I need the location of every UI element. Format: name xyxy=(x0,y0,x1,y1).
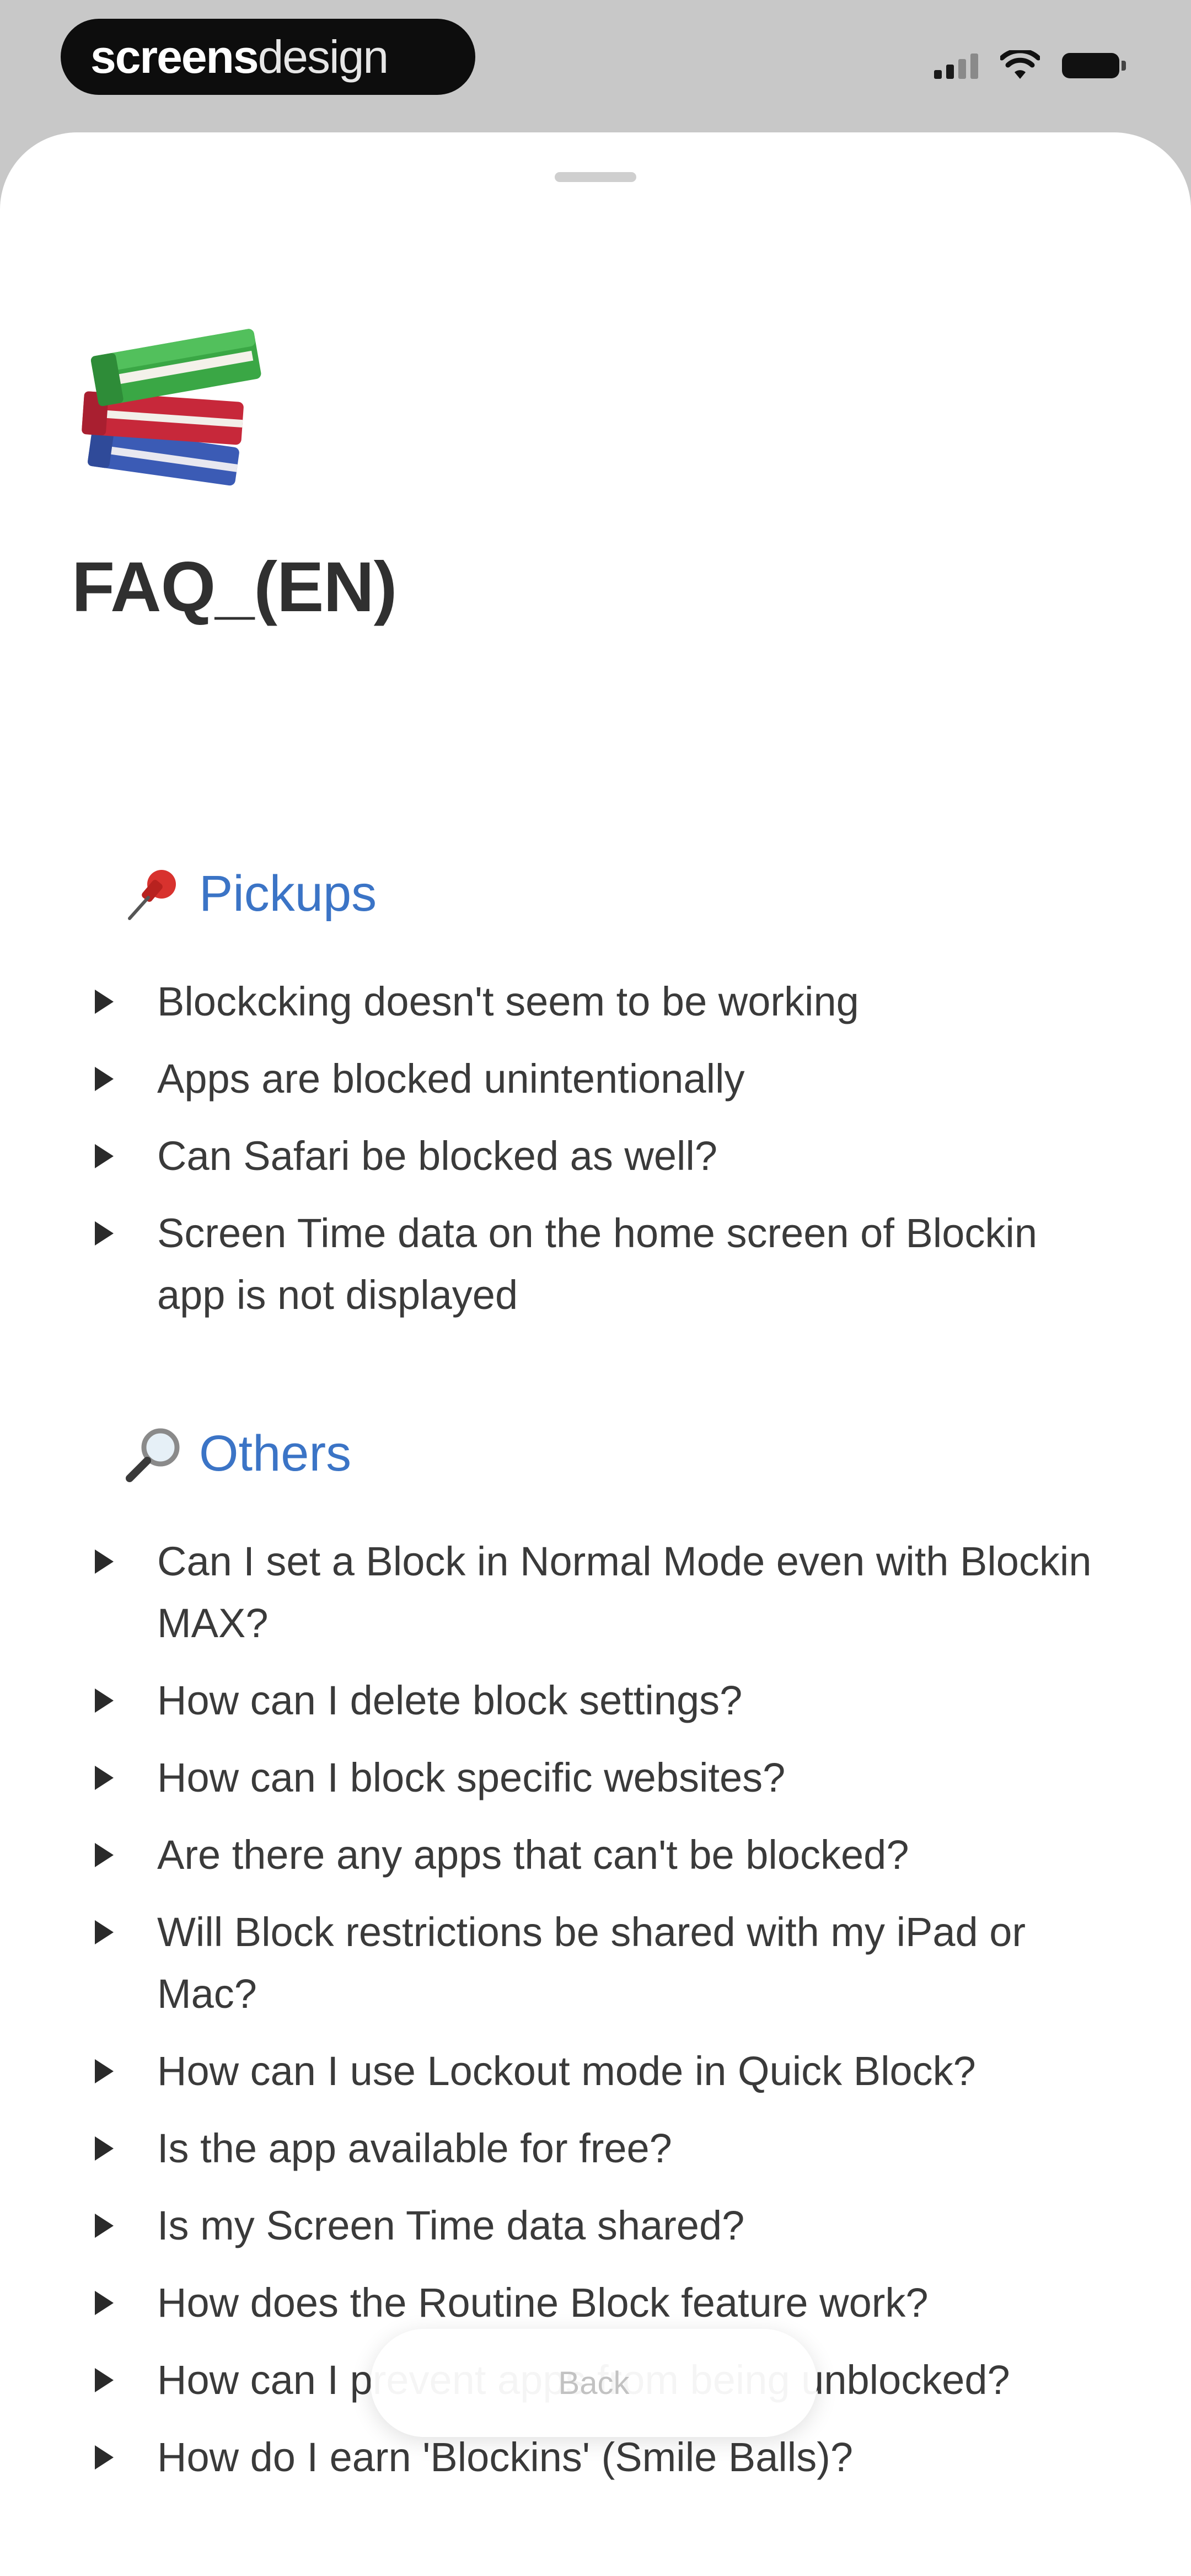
section-heading-label: Pickups xyxy=(199,865,377,922)
disclosure-triangle-icon xyxy=(95,2214,114,2238)
faq-item-label: How can I delete block settings? xyxy=(157,1677,743,1723)
faq-item-label: Blockcking doesn't seem to be working xyxy=(157,979,859,1024)
faq-item[interactable]: Blockcking doesn't seem to be working xyxy=(0,971,1191,1033)
faq-item-label: How can I block specific websites? xyxy=(157,1755,786,1800)
section-heading-label: Others xyxy=(199,1425,352,1482)
disclosure-triangle-icon xyxy=(95,2445,114,2470)
disclosure-triangle-icon xyxy=(95,2368,114,2392)
wifi-icon xyxy=(1000,50,1040,79)
faq-item-label: Screen Time data on the home screen of B… xyxy=(157,1210,1037,1318)
section-heading-pickups: Pickups xyxy=(124,861,377,927)
faq-item[interactable]: How does the Routine Block feature work? xyxy=(0,2272,1191,2334)
status-icons xyxy=(934,46,1126,85)
faq-item[interactable]: Is the app available for free? xyxy=(0,2118,1191,2179)
faq-item-label: How does the Routine Block feature work? xyxy=(157,2280,929,2326)
faq-item[interactable]: Screen Time data on the home screen of B… xyxy=(0,1203,1191,1326)
logo-text-bold: screens xyxy=(90,30,259,83)
faq-item-label: Is my Screen Time data shared? xyxy=(157,2203,745,2248)
faq-sheet: FAQ_(EN) Pickups Blockcking doesn't seem… xyxy=(0,132,1191,2576)
faq-item[interactable]: How can I delete block settings? xyxy=(0,1670,1191,1731)
faq-item-label: Can Safari be blocked as well? xyxy=(157,1133,718,1179)
faq-item-label: How do I earn 'Blockins' (Smile Balls)? xyxy=(157,2434,854,2480)
disclosure-triangle-icon xyxy=(95,1766,114,1790)
faq-item[interactable]: How can I use Lockout mode in Quick Bloc… xyxy=(0,2040,1191,2102)
disclosure-triangle-icon xyxy=(95,1549,114,1574)
sheet-grabber[interactable] xyxy=(555,172,636,182)
disclosure-triangle-icon xyxy=(95,990,114,1014)
battery-icon xyxy=(1062,53,1126,78)
faq-item-label: Apps are blocked unintentionally xyxy=(157,1056,745,1102)
faq-item[interactable]: Is my Screen Time data shared? xyxy=(0,2195,1191,2257)
status-bar: screens design xyxy=(0,0,1191,132)
page-title: FAQ_(EN) xyxy=(72,548,397,627)
faq-list-pickups: Blockcking doesn't seem to be working Ap… xyxy=(0,971,1191,1342)
disclosure-triangle-icon xyxy=(95,1221,114,1246)
disclosure-triangle-icon xyxy=(95,2291,114,2315)
back-button[interactable]: Back xyxy=(371,2329,817,2437)
faq-item-label: Is the app available for free? xyxy=(157,2125,672,2171)
disclosure-triangle-icon xyxy=(95,2059,114,2083)
logo-text-light: design xyxy=(257,30,389,83)
faq-item-label: Are there any apps that can't be blocked… xyxy=(157,1832,909,1878)
section-heading-others: Others xyxy=(124,1420,351,1487)
books-icon xyxy=(82,329,261,486)
disclosure-triangle-icon xyxy=(95,2136,114,2161)
faq-item-label: How can I use Lockout mode in Quick Bloc… xyxy=(157,2048,976,2094)
faq-item-label: Can I set a Block in Normal Mode even wi… xyxy=(157,1538,1092,1646)
disclosure-triangle-icon xyxy=(95,1920,114,1944)
faq-item[interactable]: Are there any apps that can't be blocked… xyxy=(0,1824,1191,1886)
magnifying-glass-icon xyxy=(126,1428,180,1482)
faq-item[interactable]: Can I set a Block in Normal Mode even wi… xyxy=(0,1531,1191,1654)
screensdesign-logo: screens design xyxy=(61,19,475,95)
faq-item[interactable]: Can Safari be blocked as well? xyxy=(0,1125,1191,1187)
disclosure-triangle-icon xyxy=(95,1843,114,1867)
disclosure-triangle-icon xyxy=(95,1144,114,1168)
faq-item-label: Will Block restrictions be shared with m… xyxy=(157,1909,1026,2017)
cellular-signal-icon xyxy=(934,52,978,79)
pushpin-icon xyxy=(128,870,176,920)
disclosure-triangle-icon xyxy=(95,1067,114,1091)
faq-item[interactable]: How can I block specific websites? xyxy=(0,1747,1191,1809)
disclosure-triangle-icon xyxy=(95,1688,114,1713)
faq-item[interactable]: Apps are blocked unintentionally xyxy=(0,1048,1191,1110)
faq-item[interactable]: Will Block restrictions be shared with m… xyxy=(0,1901,1191,2025)
